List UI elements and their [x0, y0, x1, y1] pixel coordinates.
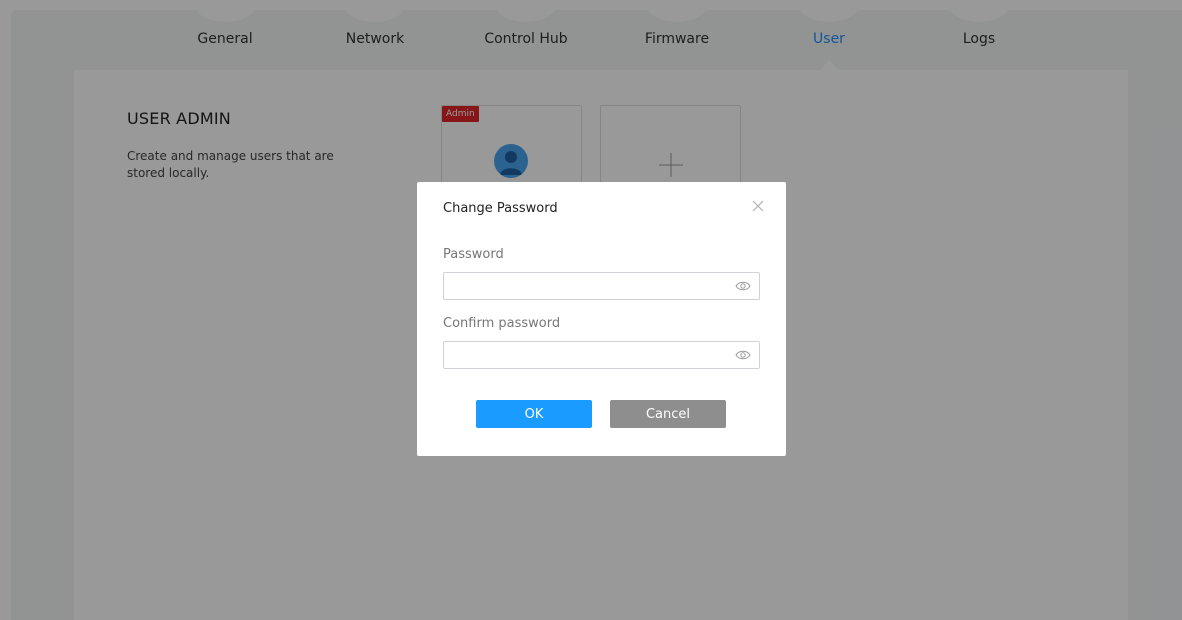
- dialog-title: Change Password: [443, 201, 558, 216]
- change-password-dialog: Change Password Password Confirm passwor…: [417, 182, 786, 456]
- close-icon[interactable]: [752, 200, 764, 212]
- cancel-button[interactable]: Cancel: [610, 400, 726, 428]
- ok-button[interactable]: OK: [476, 400, 592, 428]
- password-field: [443, 272, 760, 300]
- confirm-password-input[interactable]: [444, 342, 724, 368]
- password-input[interactable]: [444, 273, 724, 299]
- eye-icon[interactable]: [735, 349, 751, 361]
- confirm-password-field: [443, 341, 760, 369]
- password-label: Password: [443, 247, 504, 262]
- eye-icon[interactable]: [735, 280, 751, 292]
- confirm-password-label: Confirm password: [443, 316, 561, 331]
